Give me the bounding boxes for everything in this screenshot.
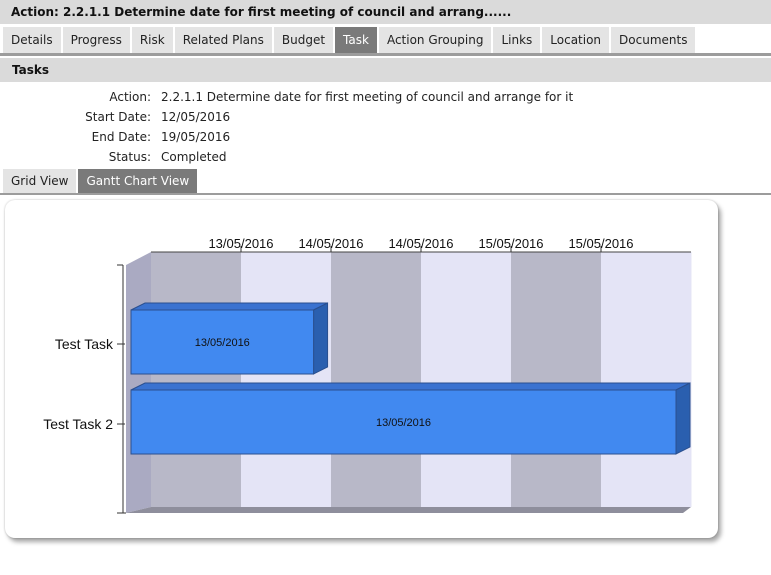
view-tabs: Grid View Gantt Chart View	[3, 169, 199, 194]
gantt-band	[331, 252, 422, 507]
start-date-row: Start Date: 12/05/2016	[0, 107, 771, 127]
status-row: Status: Completed	[0, 147, 771, 167]
end-date-value: 19/05/2016	[161, 130, 231, 144]
action-row: Action: 2.2.1.1 Determine date for first…	[0, 87, 771, 107]
tab-action-grouping[interactable]: Action Grouping	[378, 27, 492, 53]
action-value: 2.2.1.1 Determine date for first meeting…	[161, 90, 574, 104]
tab-task[interactable]: Task	[335, 27, 377, 53]
status-label: Status:	[108, 150, 151, 164]
tab-risk[interactable]: Risk	[131, 27, 173, 53]
tab-progress[interactable]: Progress	[62, 27, 130, 53]
start-date-label: Start Date:	[85, 110, 151, 124]
tab-gantt-chart-view[interactable]: Gantt Chart View	[78, 169, 198, 194]
gantt-bar-label: 13/05/2016	[376, 417, 431, 429]
gantt-band	[241, 252, 332, 507]
tab-related-plans[interactable]: Related Plans	[174, 27, 272, 53]
gantt-task-label: Test Task	[55, 336, 114, 352]
gantt-bar-label: 13/05/2016	[195, 337, 250, 349]
action-title-bar: Action: 2.2.1.1 Determine date for first…	[0, 0, 771, 24]
start-date-value: 12/05/2016	[161, 110, 231, 124]
action-label: Action:	[109, 90, 151, 104]
end-date-row: End Date: 19/05/2016	[0, 127, 771, 147]
section-header: Tasks	[0, 58, 771, 82]
tab-documents[interactable]: Documents	[611, 27, 696, 53]
tab-location[interactable]: Location	[542, 27, 610, 53]
gantt-band	[601, 252, 692, 507]
gantt-chart: 13/05/2016 14/05/2016 14/05/2016 15/05/2016…	[43, 236, 692, 514]
section-title: Tasks	[12, 63, 50, 77]
gantt-chart-panel: 13/05/2016 14/05/2016 14/05/2016 15/05/2016…	[5, 200, 718, 538]
gantt-band	[511, 252, 602, 507]
gantt-x-tick-label: 15/05/2016	[568, 236, 633, 251]
main-tabs: Details Progress Risk Related Plans Budg…	[3, 27, 697, 53]
tab-grid-view[interactable]: Grid View	[3, 169, 77, 194]
gantt-x-tick-label: 14/05/2016	[298, 236, 363, 251]
gantt-x-tick-label: 15/05/2016	[478, 236, 543, 251]
end-date-label: End Date:	[91, 130, 151, 144]
gantt-band	[151, 252, 242, 507]
tab-details[interactable]: Details	[3, 27, 61, 53]
status-value: Completed	[161, 150, 227, 164]
gantt-bar-top	[130, 302, 328, 311]
view-tabs-divider	[0, 193, 771, 195]
gantt-x-tick-label: 14/05/2016	[388, 236, 453, 251]
gantt-bar-top	[130, 382, 691, 391]
gantt-bar-side	[675, 382, 691, 455]
tabs-divider	[0, 53, 771, 56]
gantt-x-tick-label: 13/05/2016	[208, 236, 273, 251]
gantt-task-label: Test Task 2	[43, 416, 113, 432]
tab-budget[interactable]: Budget	[273, 27, 334, 53]
gantt-floor	[126, 507, 691, 513]
action-title: Action: 2.2.1.1 Determine date for first…	[11, 5, 512, 19]
tab-links[interactable]: Links	[493, 27, 541, 53]
gantt-bar-side	[313, 302, 329, 375]
gantt-band	[421, 252, 512, 507]
